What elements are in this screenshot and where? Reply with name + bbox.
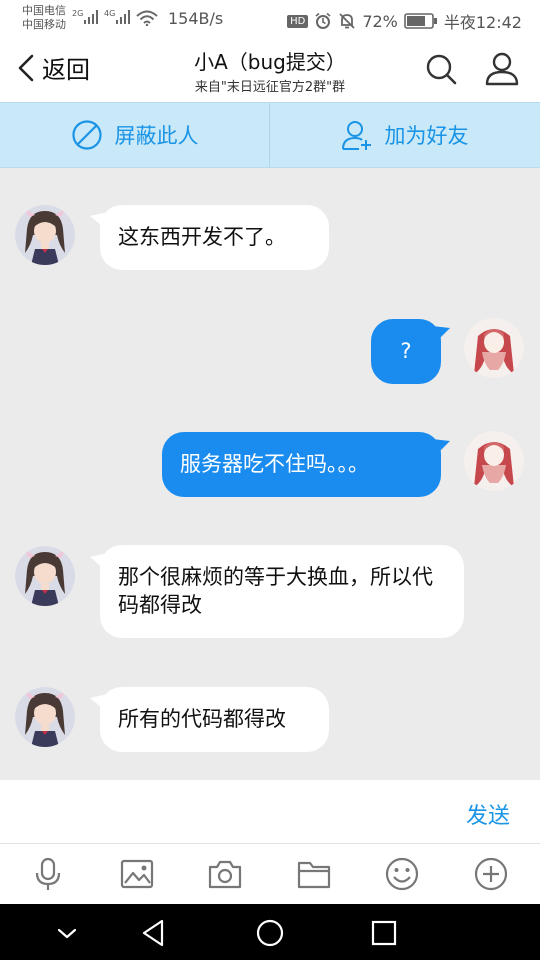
my-avatar[interactable] [464,431,524,491]
signal-2-icon [116,10,130,24]
send-button[interactable]: 发送 [466,798,510,830]
message-text: 那个很麻烦的等于大换血，所以代码都得改 [118,565,433,617]
carrier-1: 中国电信 [22,4,66,17]
status-right: HD 72% 半夜12:42 [287,9,522,33]
anime-girl-avatar-icon [15,205,75,265]
add-friend-button[interactable]: 加为好友 [270,103,539,167]
add-friend-label: 加为好友 [384,124,469,148]
network-speed: 154B/s [168,9,224,28]
profile-icon[interactable] [484,50,520,86]
sender-avatar[interactable] [15,205,75,265]
carrier-names: 中国电信 中国移动 [22,4,66,32]
message-bubble[interactable]: ? [371,319,441,384]
recent-apps-icon[interactable] [367,916,401,950]
message-text: 服务器吃不住吗。。。 [180,452,369,476]
camera-icon[interactable] [207,856,243,892]
mute-bell-icon [339,13,355,29]
red-hair-avatar-icon [464,431,524,491]
battery-icon [404,13,437,29]
input-toolbar [0,844,540,904]
block-user-button[interactable]: 屏蔽此人 [0,103,269,167]
message-bubble[interactable]: 服务器吃不住吗。。。 [162,432,441,497]
action-bar: 屏蔽此人 加为好友 [0,102,540,168]
anime-girl-avatar-icon [15,687,75,747]
red-hair-avatar-icon [464,318,524,378]
signal-1-type: 2G [72,9,84,18]
block-icon [71,120,102,150]
system-nav-bar [0,904,540,960]
signal-1-icon [84,10,98,24]
folder-icon[interactable] [296,856,332,892]
hd-badge: HD [287,14,309,28]
my-avatar[interactable] [464,318,524,378]
anime-girl-avatar-icon [15,546,75,606]
message-bubble[interactable]: 那个很麻烦的等于大换血，所以代码都得改 [100,545,464,638]
sender-avatar[interactable] [15,687,75,747]
message-text: 这东西开发不了。 [118,225,286,249]
header-bar: 返回 小A（bug提交） 来自"末日远征官方2群"群 [0,38,540,102]
sender-avatar[interactable] [15,546,75,606]
message-bubble[interactable]: 所有的代码都得改 [100,687,329,752]
carrier-2: 中国移动 [22,18,66,31]
message-text: 所有的代码都得改 [118,707,286,731]
home-circle-icon[interactable] [253,916,287,950]
block-user-label: 屏蔽此人 [114,124,199,148]
chevron-down-icon[interactable] [50,916,84,950]
page-title: 小A（bug提交） [194,50,346,74]
back-triangle-icon[interactable] [137,916,171,950]
clock: 半夜12:42 [443,13,522,32]
plus-icon[interactable] [473,856,509,892]
image-icon[interactable] [119,856,155,892]
message-input-bar[interactable]: 发送 [0,780,540,844]
add-user-icon [341,121,371,150]
microphone-icon[interactable] [30,856,66,892]
message-bubble[interactable]: 这东西开发不了。 [100,205,329,270]
search-icon[interactable] [424,52,458,86]
signal-2-type: 4G [104,9,116,18]
chat-area: 这东西开发不了。 ? 服务器吃不住吗。。。 那个很麻烦的等于大换血，所以代码都得… [0,168,540,780]
emoji-icon[interactable] [384,856,420,892]
wifi-icon [136,10,158,26]
page-subtitle: 来自"末日远征官方2群"群 [194,80,346,95]
message-text: ? [400,339,412,363]
status-bar: 中国电信 中国移动 2G 4G 154B/s HD 72% 半夜12:42 [0,0,540,38]
battery-percent: 72% [362,11,398,31]
alarm-icon [315,12,331,29]
